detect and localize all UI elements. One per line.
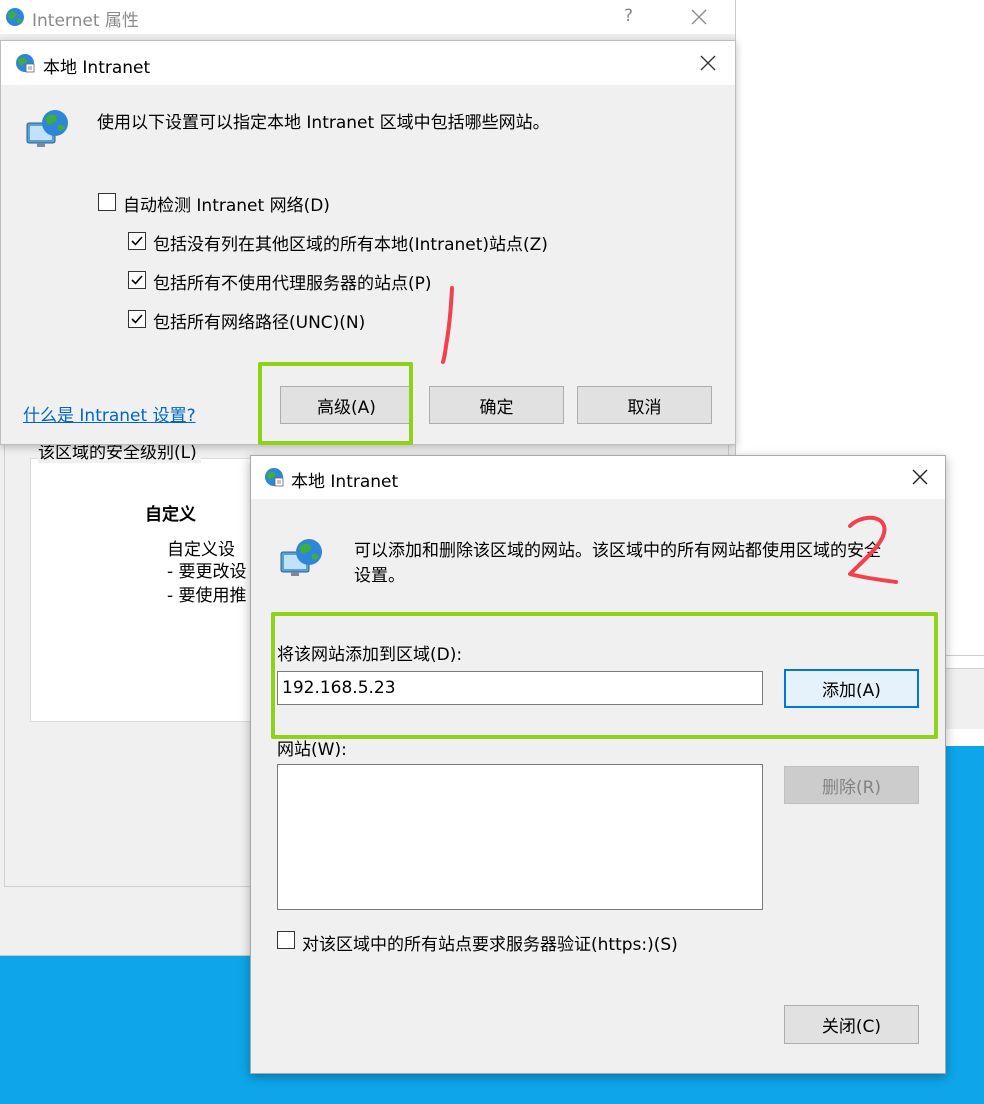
ok-button[interactable]: 确定 xyxy=(429,386,564,424)
help-button[interactable]: ? xyxy=(624,6,633,26)
highlight-box-add-site xyxy=(271,612,938,739)
include-local-sites-checkbox[interactable] xyxy=(128,232,146,250)
sites-dialog-title: 本地 Intranet xyxy=(291,472,399,492)
require-https-checkbox[interactable] xyxy=(277,931,295,949)
network-computer-icon xyxy=(280,539,322,576)
intranet-help-link[interactable]: 什么是 Intranet 设置? xyxy=(23,401,196,426)
auto-detect-checkbox[interactable] xyxy=(98,193,116,211)
include-no-proxy-label: 包括所有不使用代理服务器的站点(P) xyxy=(153,274,432,294)
close-icon[interactable] xyxy=(911,468,929,486)
intranet-globe-icon xyxy=(265,468,284,487)
close-icon[interactable] xyxy=(699,54,717,72)
include-unc-checkbox[interactable] xyxy=(128,310,146,328)
internet-options-titlebar: Internet 属性 ? xyxy=(0,0,735,34)
annotation-step-2 xyxy=(848,515,898,584)
close-button[interactable]: 关闭(C) xyxy=(784,1005,919,1044)
auto-detect-label: 自动检测 Intranet 网络(D) xyxy=(123,196,330,216)
websites-list[interactable] xyxy=(277,764,763,910)
remove-button-label: 删除(R) xyxy=(821,777,882,798)
include-local-sites-label: 包括没有列在其他区域的所有本地(Intranet)站点(Z) xyxy=(153,235,548,255)
intranet-dialog-title: 本地 Intranet xyxy=(43,58,151,78)
internet-options-title: Internet 属性 xyxy=(32,11,139,31)
close-button-label: 关闭(C) xyxy=(821,1017,882,1037)
intranet-dialog-titlebar: 本地 Intranet xyxy=(1,41,735,85)
highlight-box-advanced xyxy=(258,362,413,445)
desktop-right-strip-inner xyxy=(944,668,984,729)
cancel-button[interactable]: 取消 xyxy=(577,386,712,424)
network-computer-icon xyxy=(26,110,68,147)
sites-dialog-titlebar: 本地 Intranet xyxy=(251,456,945,499)
intranet-description: 使用以下设置可以指定本地 Intranet 区域中包括哪些网站。 xyxy=(97,113,550,133)
require-https-label: 对该区域中的所有站点要求服务器验证(https:)(S) xyxy=(302,935,678,955)
internet-globe-icon xyxy=(6,8,24,26)
annotation-step-1 xyxy=(441,286,454,364)
include-unc-label: 包括所有网络路径(UNC)(N) xyxy=(153,313,366,333)
intranet-globe-icon xyxy=(16,54,35,73)
close-icon[interactable] xyxy=(690,8,708,26)
sites-description-line2: 设置。 xyxy=(354,566,405,586)
remove-button[interactable]: 删除(R) xyxy=(784,766,919,804)
sites-description-line1: 可以添加和删除该区域的网站。该区域中的所有网站都使用区域的安全 xyxy=(354,541,881,561)
include-no-proxy-checkbox[interactable] xyxy=(128,271,146,289)
